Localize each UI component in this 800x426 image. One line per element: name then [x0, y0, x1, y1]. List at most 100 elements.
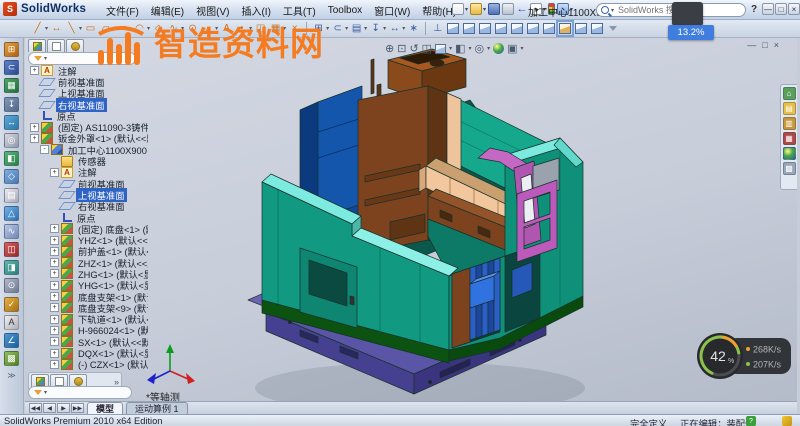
tree-filter[interactable]: ▾ [28, 52, 136, 65]
section-properties-icon[interactable]: ▩ [4, 351, 19, 366]
display-style-icon[interactable]: ◧ [455, 42, 465, 55]
design-library-icon[interactable]: ▤ [783, 102, 796, 115]
more-tools-chevron-icon[interactable]: ≫ [7, 371, 15, 380]
menu-4[interactable]: 工具(T) [277, 3, 322, 18]
expand-toggle[interactable]: + [50, 269, 59, 278]
text-icon[interactable]: A [219, 21, 234, 36]
scene-icon[interactable]: ▣ [507, 42, 517, 55]
expand-toggle[interactable]: + [50, 281, 59, 290]
search-box[interactable]: ▾ [596, 3, 746, 17]
edit-sketch-icon[interactable] [782, 416, 792, 426]
motion-nav-0[interactable]: ◀◀ [29, 403, 42, 413]
appearance-gear-icon[interactable]: ∗ [406, 21, 421, 36]
menu-5[interactable]: Toolbox [322, 5, 368, 16]
polygon-icon[interactable]: ◇ [151, 21, 166, 36]
ellipse-icon[interactable]: ⊙ [185, 21, 200, 36]
expand-toggle[interactable]: + [30, 134, 39, 143]
hide-show-items-icon[interactable]: ◎ [475, 42, 485, 55]
menu-0[interactable]: 文件(F) [100, 3, 145, 18]
chevron-down-icon[interactable]: ▾ [44, 389, 47, 396]
mate-icon[interactable]: ⊂ [4, 60, 19, 75]
edit-appearance-icon[interactable] [493, 43, 504, 54]
restore-button[interactable]: □ [775, 3, 787, 15]
view-dimetric-button[interactable] [591, 23, 603, 34]
sketch-icon[interactable]: ╱ [30, 21, 45, 36]
expand-toggle[interactable]: - [40, 145, 49, 154]
view-front-button[interactable] [463, 23, 475, 34]
assembly-features-icon[interactable]: ◧ [4, 151, 19, 166]
show-hidden-icon[interactable]: ◎ [4, 133, 19, 148]
smart-fastener-icon[interactable]: ↧ [368, 21, 383, 36]
view-isometric-button[interactable] [559, 23, 571, 34]
insert-component-icon[interactable]: ⊞ [4, 42, 19, 57]
pattern-icon[interactable]: ▦ [268, 21, 283, 36]
linear-pattern-icon[interactable]: ▦ [4, 78, 19, 93]
tab-configurations[interactable] [66, 39, 84, 52]
doc-restore-button[interactable]: □ [762, 40, 767, 50]
file-explorer-icon[interactable]: ▥ [783, 117, 796, 130]
view-normal-to-button[interactable] [447, 23, 459, 34]
hole-alignment-icon[interactable]: ⊙ [4, 278, 19, 293]
anchor-icon[interactable]: ⊥ [430, 21, 445, 36]
rectangle-icon[interactable]: ▭ [83, 21, 98, 36]
expand-toggle[interactable]: + [50, 315, 59, 324]
motion-nav-1[interactable]: ◀ [43, 403, 56, 413]
bom-icon[interactable]: ▤ [4, 188, 19, 203]
zoom-fit-icon[interactable]: ⊕ [385, 42, 394, 55]
menu-2[interactable]: 视图(V) [190, 3, 235, 18]
quick-undo-button[interactable]: ← [516, 3, 528, 15]
menu-1[interactable]: 编辑(E) [145, 3, 190, 18]
tab-model[interactable]: 模型 [87, 402, 123, 414]
menu-3[interactable]: 插入(I) [235, 3, 276, 18]
appearances-icon[interactable] [783, 147, 796, 160]
arc-icon[interactable]: ◠ [132, 21, 147, 36]
view-trimetric-button[interactable] [575, 23, 587, 34]
trim-icon[interactable]: × [287, 21, 302, 36]
quick-print-button[interactable] [502, 3, 514, 15]
previous-view-icon[interactable]: ↺ [409, 42, 418, 55]
mirror-icon[interactable]: ◫ [253, 21, 268, 36]
spline-icon[interactable]: ∿ [166, 21, 181, 36]
tree-item[interactable]: 右视基准面 [28, 99, 148, 110]
menu-6[interactable]: 窗口(W) [368, 3, 416, 18]
quick-open-button[interactable]: ▾ [470, 3, 486, 15]
tab-motion-study[interactable]: 运动算例 1 [126, 402, 188, 414]
expand-toggle[interactable]: + [50, 247, 59, 256]
tab-features[interactable] [28, 39, 46, 52]
insert-component-icon[interactable]: ⊞ [311, 21, 326, 36]
help-button[interactable]: ? [751, 4, 757, 15]
view-orientation-icon[interactable] [435, 44, 446, 54]
view-back-button[interactable] [479, 23, 491, 34]
doc-minimize-button[interactable]: — [747, 40, 756, 50]
spell-check-icon[interactable]: A [4, 315, 19, 330]
slot-icon[interactable]: ▱ [98, 21, 113, 36]
motion-nav-3[interactable]: ▶▶ [71, 403, 84, 413]
expand-toggle[interactable]: + [50, 360, 59, 369]
expand-toggle[interactable]: + [50, 337, 59, 346]
toolbox-icon[interactable]: ▦ [783, 132, 796, 145]
zoom-area-icon[interactable]: ⊡ [397, 42, 406, 55]
clearance-verify-icon[interactable]: ◨ [4, 260, 19, 275]
quick-save-button[interactable] [488, 3, 500, 15]
expand-toggle[interactable]: + [50, 236, 59, 245]
line-icon[interactable]: ╲ [64, 21, 79, 36]
tab-properties[interactable] [47, 39, 65, 52]
fillet-icon[interactable]: ◟ [200, 21, 215, 36]
expand-toggle[interactable]: + [50, 349, 59, 358]
close-button[interactable]: × [788, 3, 800, 15]
chevron-down-icon[interactable]: ▾ [611, 7, 614, 14]
measure-icon[interactable]: ∠ [4, 333, 19, 348]
view-bottom-button[interactable] [543, 23, 555, 34]
view-left-button[interactable] [495, 23, 507, 34]
component-pattern-icon[interactable]: ▤ [349, 21, 364, 36]
expand-toggle[interactable]: + [30, 123, 39, 132]
smart-fasteners-icon[interactable]: ↧ [4, 97, 19, 112]
tree-item[interactable]: +(-) CZX<1> (默认<显 [28, 359, 148, 370]
smart-dimension-icon[interactable]: ↔ [49, 21, 64, 36]
explode-sketch-icon[interactable]: ∿ [4, 224, 19, 239]
mate-icon[interactable]: ⊂ [330, 21, 345, 36]
move-component-icon[interactable]: ↔ [387, 21, 402, 36]
minimize-button[interactable]: — [762, 3, 774, 15]
interference-detection-icon[interactable]: ◫ [4, 242, 19, 257]
filter-icon[interactable] [609, 26, 617, 31]
